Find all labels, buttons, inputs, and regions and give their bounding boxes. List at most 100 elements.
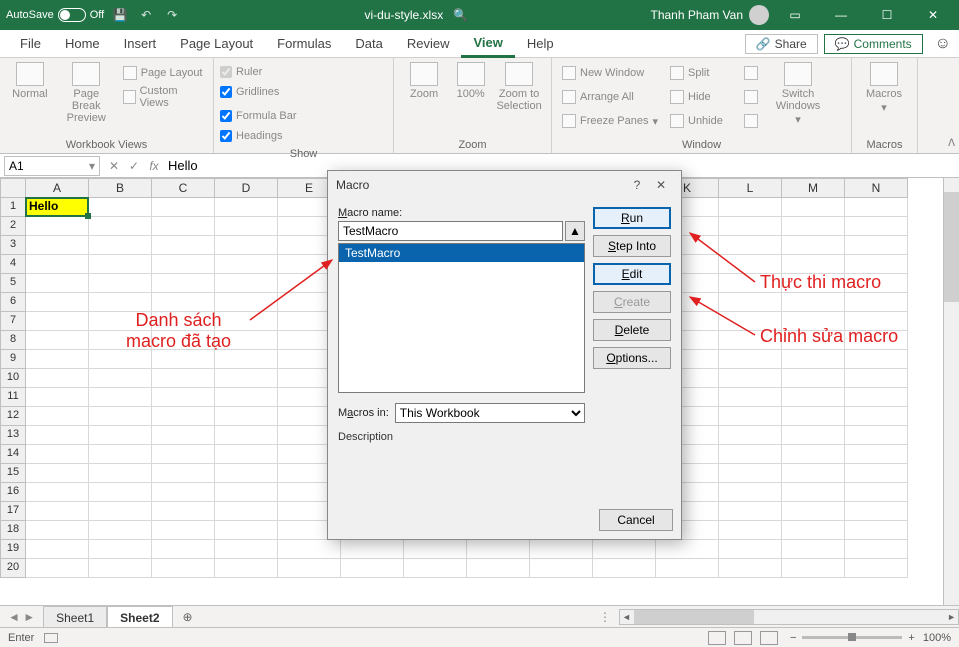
cell[interactable]	[845, 483, 908, 502]
cell[interactable]	[782, 369, 845, 388]
cell[interactable]	[782, 559, 845, 578]
custom-views-button[interactable]: Custom Views	[119, 86, 207, 108]
cell[interactable]	[845, 445, 908, 464]
cell[interactable]	[845, 293, 908, 312]
cell[interactable]	[26, 236, 89, 255]
cell[interactable]	[782, 198, 845, 217]
cell[interactable]	[89, 350, 152, 369]
cell[interactable]	[26, 217, 89, 236]
redo-icon[interactable]: ↷	[162, 5, 182, 25]
cell[interactable]	[782, 521, 845, 540]
cell[interactable]	[341, 559, 404, 578]
cell[interactable]	[215, 312, 278, 331]
zoom-slider[interactable]	[802, 636, 902, 639]
freeze-panes-button[interactable]: Freeze Panes ▾	[558, 110, 662, 132]
row-header[interactable]: 16	[0, 483, 26, 502]
row-header[interactable]: 7	[0, 312, 26, 331]
collapse-ribbon-icon[interactable]: ᐱ	[948, 138, 955, 149]
tab-view[interactable]: View	[461, 30, 514, 58]
cell[interactable]	[845, 407, 908, 426]
cell[interactable]	[152, 198, 215, 217]
sync-scroll-icon[interactable]	[740, 86, 764, 108]
cell[interactable]	[152, 502, 215, 521]
cell[interactable]	[89, 217, 152, 236]
cell[interactable]	[26, 445, 89, 464]
new-window-button[interactable]: New Window	[558, 62, 662, 84]
feedback-icon[interactable]: ☺	[935, 35, 951, 53]
cell[interactable]	[26, 331, 89, 350]
cell[interactable]	[215, 350, 278, 369]
cell[interactable]	[719, 198, 782, 217]
options-button[interactable]: Options...	[593, 347, 671, 369]
cell[interactable]	[26, 521, 89, 540]
enter-icon[interactable]: ✓	[124, 156, 144, 176]
fx-icon[interactable]: fx	[144, 156, 164, 176]
cell[interactable]	[782, 502, 845, 521]
cell[interactable]	[404, 540, 467, 559]
row-header[interactable]: 1	[0, 198, 26, 217]
cell[interactable]	[782, 293, 845, 312]
cell[interactable]	[152, 407, 215, 426]
cell[interactable]	[530, 559, 593, 578]
row-header[interactable]: 15	[0, 464, 26, 483]
cell[interactable]	[845, 350, 908, 369]
cell[interactable]	[89, 407, 152, 426]
cell[interactable]	[89, 445, 152, 464]
zoom-out-icon[interactable]: −	[790, 632, 796, 644]
cell[interactable]	[215, 388, 278, 407]
cell[interactable]	[215, 274, 278, 293]
save-icon[interactable]: 💾	[110, 5, 130, 25]
sheet-tab-2[interactable]: Sheet2	[107, 606, 172, 628]
ruler-checkbox[interactable]: Ruler	[220, 62, 300, 82]
cell[interactable]	[215, 445, 278, 464]
cell[interactable]	[341, 540, 404, 559]
page-break-preview-button[interactable]: Page Break Preview	[58, 62, 115, 124]
cell[interactable]	[89, 236, 152, 255]
cell[interactable]	[89, 312, 152, 331]
col-header[interactable]: L	[719, 178, 782, 198]
cell[interactable]	[719, 350, 782, 369]
cell[interactable]	[719, 312, 782, 331]
col-header[interactable]: M	[782, 178, 845, 198]
cell[interactable]	[89, 369, 152, 388]
cell[interactable]	[845, 198, 908, 217]
cell[interactable]	[152, 274, 215, 293]
step-into-button[interactable]: Step Into	[593, 235, 671, 257]
cell[interactable]	[152, 559, 215, 578]
cell[interactable]	[26, 350, 89, 369]
cell[interactable]	[278, 540, 341, 559]
cell[interactable]	[719, 559, 782, 578]
view-pagelayout-icon[interactable]	[734, 631, 752, 645]
cell[interactable]	[26, 464, 89, 483]
cell[interactable]	[89, 559, 152, 578]
cell[interactable]	[845, 521, 908, 540]
cell[interactable]	[89, 464, 152, 483]
col-header[interactable]: N	[845, 178, 908, 198]
col-header[interactable]: D	[215, 178, 278, 198]
cell[interactable]: Hello	[26, 198, 89, 217]
row-header[interactable]: 17	[0, 502, 26, 521]
row-header[interactable]: 2	[0, 217, 26, 236]
cell[interactable]	[215, 236, 278, 255]
view-pagebreak-icon[interactable]	[760, 631, 778, 645]
row-header[interactable]: 9	[0, 350, 26, 369]
cell[interactable]	[845, 236, 908, 255]
cell[interactable]	[719, 464, 782, 483]
headings-checkbox[interactable]: Headings	[220, 126, 312, 146]
row-header[interactable]: 20	[0, 559, 26, 578]
cell[interactable]	[215, 540, 278, 559]
cell[interactable]	[26, 502, 89, 521]
cell[interactable]	[467, 540, 530, 559]
cell[interactable]	[152, 521, 215, 540]
select-all-corner[interactable]	[0, 178, 26, 198]
tab-file[interactable]: File	[8, 30, 53, 58]
cell[interactable]	[782, 350, 845, 369]
cell[interactable]	[215, 464, 278, 483]
zoom-100-button[interactable]: 100%	[452, 62, 489, 100]
cell[interactable]	[782, 217, 845, 236]
cell[interactable]	[215, 502, 278, 521]
col-header[interactable]: C	[152, 178, 215, 198]
cell[interactable]	[26, 312, 89, 331]
cell[interactable]	[26, 426, 89, 445]
ribbon-options-icon[interactable]: ▭	[775, 0, 815, 30]
